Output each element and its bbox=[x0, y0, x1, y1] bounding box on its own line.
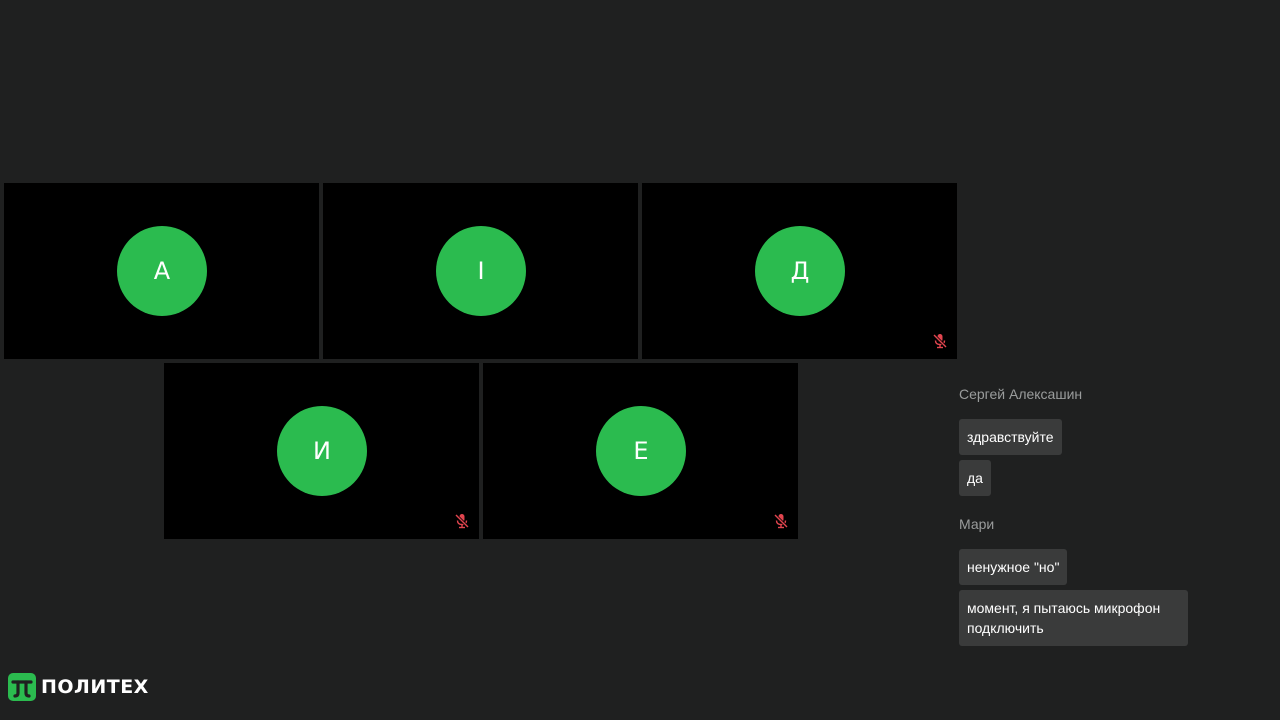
chat-message-group: Мари ненужное "но" момент, я пытаюсь мик… bbox=[959, 514, 1259, 646]
microphone-off-icon bbox=[932, 333, 948, 349]
chat-message: ненужное "но" bbox=[959, 549, 1068, 585]
microphone-off-icon bbox=[773, 513, 789, 529]
chat-message: здравствуйте bbox=[959, 419, 1062, 455]
brand-name: ПОЛИТЕХ bbox=[41, 676, 149, 698]
politech-logo-icon bbox=[8, 673, 36, 701]
participant-avatar: Е bbox=[596, 406, 686, 496]
participant-avatar: А bbox=[117, 226, 207, 316]
participant-tile[interactable]: Е bbox=[483, 363, 798, 539]
participant-avatar: И bbox=[277, 406, 367, 496]
participant-tile[interactable]: Д bbox=[642, 183, 957, 359]
chat-message: да bbox=[959, 460, 991, 496]
chat-message: момент, я пытаюсь микрофон подключить bbox=[959, 590, 1188, 646]
chat-message-group: Сергей Алексашин здравствуйте да bbox=[959, 384, 1259, 496]
participant-tile[interactable]: І bbox=[323, 183, 638, 359]
microphone-off-icon bbox=[454, 513, 470, 529]
brand-logo: ПОЛИТЕХ bbox=[8, 673, 149, 701]
participant-tile[interactable]: И bbox=[164, 363, 479, 539]
chat-author: Сергей Алексашин bbox=[959, 386, 1083, 402]
chat-panel: Сергей Алексашин здравствуйте да Мари не… bbox=[959, 384, 1259, 664]
participant-avatar: Д bbox=[755, 226, 845, 316]
chat-author: Мари bbox=[959, 516, 995, 532]
participant-avatar: І bbox=[436, 226, 526, 316]
conference-stage: А І Д И Е Сергей Алексашин здравствуйте … bbox=[0, 0, 1280, 720]
participant-tile[interactable]: А bbox=[4, 183, 319, 359]
